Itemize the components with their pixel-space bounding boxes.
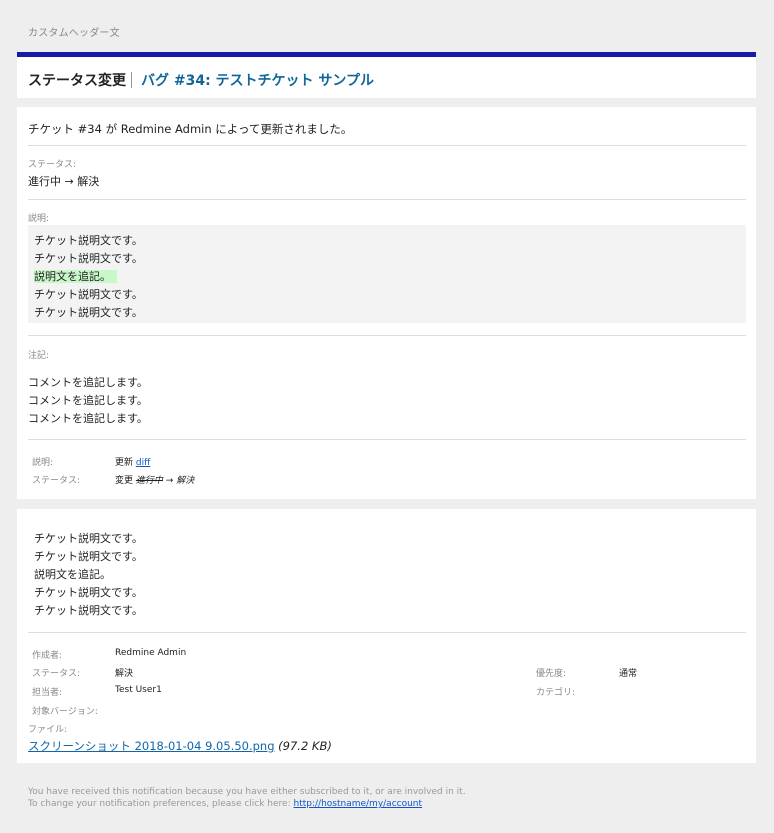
description-lines: チケット説明文です。 チケット説明文です。 説明文を追記。 チケット説明文です。… <box>34 232 143 322</box>
description-label: 説明: <box>28 214 50 224</box>
detail-status-key: ステータス: <box>32 476 81 486</box>
custom-header-text: カスタムヘッダー文 <box>28 28 120 39</box>
version-label: 対象バージョン: <box>32 707 98 717</box>
notes-line: コメントを追記します。 <box>28 412 148 425</box>
account-link[interactable]: http://hostname/my/account <box>294 799 423 809</box>
issue-card: チケット説明文です。 チケット説明文です。 説明文を追記。 チケット説明文です。… <box>17 509 756 763</box>
priority-value: 通常 <box>619 669 638 679</box>
author-value: Redmine Admin <box>115 648 187 658</box>
divider <box>28 439 746 440</box>
category-label: カテゴリ: <box>536 688 576 698</box>
title-status-label: ステータス変更 <box>28 73 126 89</box>
description-line: チケット説明文です。 <box>34 252 143 265</box>
files-label: ファイル: <box>28 725 68 735</box>
detail-description-value: 更新 diff <box>115 458 151 468</box>
description-diff-box: チケット説明文です。 チケット説明文です。 説明文を追記。 チケット説明文です。… <box>28 225 746 323</box>
title-separator <box>131 72 132 88</box>
issue-description-line: チケット説明文です。 <box>34 604 143 617</box>
status-label: ステータス: <box>28 160 77 170</box>
footer-line-2: To change your notification preferences,… <box>28 799 423 809</box>
author-label: 作成者: <box>32 651 63 661</box>
issue-description-line: チケット説明文です。 <box>34 586 143 599</box>
new-status: 解決 <box>176 476 195 486</box>
issue-title-link[interactable]: バグ #34: テストチケット サンプル <box>141 73 374 89</box>
title-card: ステータス変更 バグ #34: テストチケット サンプル <box>17 52 756 98</box>
issue-description-line: チケット説明文です。 <box>34 532 143 545</box>
issue-status-label: ステータス: <box>32 669 81 679</box>
assignee-label: 担当者: <box>32 688 63 698</box>
divider <box>28 335 746 336</box>
issue-description: チケット説明文です。 チケット説明文です。 説明文を追記。 チケット説明文です。… <box>34 530 143 620</box>
description-line: チケット説明文です。 <box>34 288 143 301</box>
divider <box>28 199 746 200</box>
notes-line: コメントを追記します。 <box>28 376 148 389</box>
detail-description-key: 説明: <box>32 458 54 468</box>
detail-status-value: 変更 進行中 → 解決 <box>115 476 195 486</box>
issue-description-line: チケット説明文です。 <box>34 550 143 563</box>
notes-line: コメントを追記します。 <box>28 394 148 407</box>
title-row: ステータス変更 バグ #34: テストチケット サンプル <box>28 70 374 90</box>
notes-label: 注記: <box>28 351 50 361</box>
assignee-value: Test User1 <box>115 685 162 695</box>
diff-link[interactable]: diff <box>136 458 150 468</box>
old-status: 進行中 <box>135 476 163 486</box>
priority-label: 優先度: <box>536 669 567 679</box>
status-change: 進行中 → 解決 <box>28 175 100 188</box>
update-summary: チケット #34 が Redmine Admin によって更新されました。 <box>28 122 353 136</box>
issue-description-line: 説明文を追記。 <box>34 568 111 581</box>
description-line: チケット説明文です。 <box>34 234 143 247</box>
attachment-size: (97.2 KB) <box>278 739 332 753</box>
issue-status-value: 解決 <box>115 669 134 679</box>
description-line: チケット説明文です。 <box>34 306 143 319</box>
footer-line-1: You have received this notification beca… <box>28 787 466 797</box>
attachment-link[interactable]: スクリーンショット 2018-01-04 9.05.50.png <box>28 739 275 753</box>
description-line-added: 説明文を追記。 <box>34 268 143 286</box>
notes-block: コメントを追記します。 コメントを追記します。 コメントを追記します。 <box>28 374 148 428</box>
divider <box>28 145 746 146</box>
attachment-row: スクリーンショット 2018-01-04 9.05.50.png (97.2 K… <box>28 738 332 754</box>
update-card: チケット #34 が Redmine Admin によって更新されました。 ステ… <box>17 107 756 499</box>
footer: You have received this notification beca… <box>28 786 466 810</box>
divider <box>28 632 746 633</box>
